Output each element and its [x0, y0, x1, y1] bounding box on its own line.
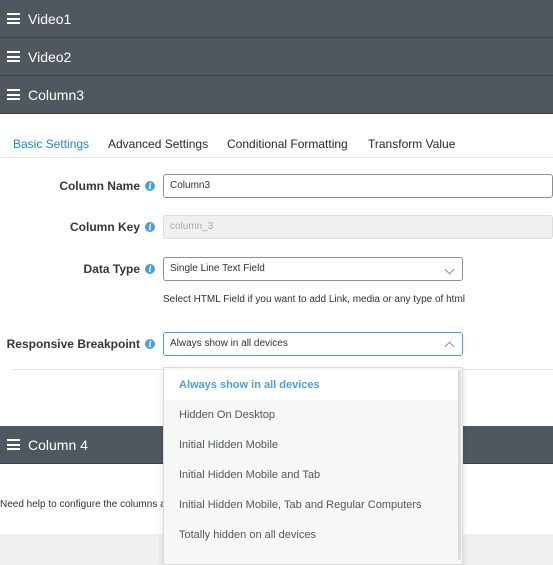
- data-type-value: Single Line Text Field: [170, 263, 265, 274]
- column-name-label: Column Name i: [59, 179, 155, 193]
- data-type-help: Select HTML Field if you want to add Lin…: [163, 294, 465, 305]
- column-header-video2[interactable]: Video2: [0, 38, 553, 76]
- tab-advanced-settings[interactable]: Advanced Settings: [108, 137, 208, 151]
- column-title: Video2: [28, 48, 72, 65]
- data-type-select[interactable]: Single Line Text Field: [163, 257, 463, 281]
- dropdown-option[interactable]: Initial Hidden Mobile, Tab and Regular C…: [164, 490, 458, 520]
- column-title: Column 4: [28, 436, 88, 453]
- hamburger-icon: [7, 13, 20, 24]
- dropdown-option[interactable]: Hidden On Desktop: [164, 400, 458, 430]
- settings-tabs: Basic Settings Advanced Settings Conditi…: [0, 126, 553, 158]
- responsive-breakpoint-label: Responsive Breakpoint i: [7, 337, 155, 351]
- hamburger-icon: [7, 51, 20, 62]
- dropdown-scrollbar[interactable]: [458, 370, 461, 560]
- column-name-input[interactable]: Column3: [163, 174, 553, 198]
- column-header-column3[interactable]: Column3: [0, 76, 553, 114]
- info-icon[interactable]: i: [145, 264, 155, 274]
- chevron-down-icon: [444, 264, 455, 275]
- column-header-video1[interactable]: Video1: [0, 0, 553, 38]
- tab-transform-value[interactable]: Transform Value: [368, 137, 455, 151]
- hamburger-icon: [7, 89, 20, 100]
- tab-basic-settings[interactable]: Basic Settings: [13, 137, 89, 151]
- help-text: Need help to configure the columns a: [0, 499, 166, 510]
- data-type-label: Data Type i: [84, 262, 155, 276]
- column-title: Column3: [28, 86, 85, 103]
- column-key-label: Column Key i: [70, 220, 155, 234]
- responsive-breakpoint-select[interactable]: Always show in all devices: [163, 332, 463, 356]
- responsive-breakpoint-value: Always show in all devices: [170, 338, 288, 349]
- info-icon[interactable]: i: [145, 181, 155, 191]
- info-icon[interactable]: i: [145, 339, 155, 349]
- breakpoint-dropdown-menu: Always show in all devices Hidden On Des…: [163, 367, 463, 565]
- dropdown-option[interactable]: Initial Hidden Mobile and Tab: [164, 460, 458, 490]
- column-title: Video1: [28, 10, 72, 27]
- hamburger-icon: [7, 439, 20, 450]
- tab-conditional-formatting[interactable]: Conditional Formatting: [227, 137, 348, 151]
- dropdown-option[interactable]: Totally hidden on all devices: [164, 520, 458, 550]
- dropdown-option[interactable]: Always show in all devices: [164, 370, 458, 400]
- dropdown-option[interactable]: Initial Hidden Mobile: [164, 430, 458, 460]
- chevron-up-icon: [444, 341, 455, 352]
- column-key-input: column_3: [163, 215, 553, 239]
- info-icon[interactable]: i: [145, 222, 155, 232]
